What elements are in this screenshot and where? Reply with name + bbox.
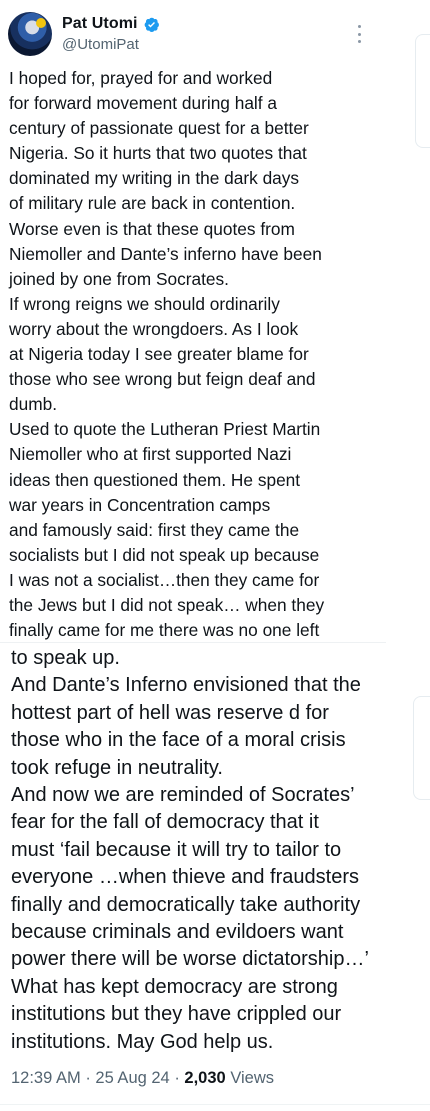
tweet-line: those who in the face of a moral crisis [11, 729, 346, 752]
tweet-line: And Dante’s Inferno envisioned that the [11, 674, 361, 697]
tweet-line: because criminals and evildoers want [11, 921, 344, 944]
screenshot-seam [0, 642, 386, 643]
tweet-line: I was not a socialist…then they came for [9, 569, 320, 590]
tweet-line: power there will be worse dictatorship…’ [11, 948, 369, 971]
tweet-line: the Jews but I did not speak… when they [9, 594, 325, 615]
views-label: Views [230, 1069, 275, 1087]
tweet-line: Niemoller who at first supported Nazi [9, 444, 292, 465]
avatar-emblem [36, 18, 46, 28]
scroll-edge-bottom [413, 696, 430, 800]
divider [0, 1104, 430, 1105]
tweet-line: institutions but they have crippled our [11, 1003, 342, 1026]
tweet-line: Nigeria. So it hurts that two quotes tha… [9, 143, 307, 164]
tweet-line: to speak up. [11, 647, 120, 669]
tweet-line: for forward movement during half a [9, 93, 277, 114]
tweet-header: Pat Utomi @UtomiPat [8, 12, 422, 60]
tweet-line: war years in Concentration camps [9, 494, 271, 515]
tweet-meta: 12:39 AM · 25 Aug 24 · 2,030 Views [11, 1069, 274, 1088]
tweet-date[interactable]: 25 Aug 24 [95, 1069, 169, 1087]
tweet-text-lower: to speak up. And Dante’s Inferno envisio… [11, 645, 411, 1056]
meta-separator: · [174, 1069, 180, 1087]
author-info: Pat Utomi @UtomiPat [62, 14, 160, 53]
tweet-line: at Nigeria today I see greater blame for [9, 344, 309, 365]
tweet-line: joined by one from Socrates. [9, 268, 229, 289]
tweet-line: finally and democratically take authorit… [11, 893, 361, 916]
tweet-line: ideas then questioned them. He spent [9, 469, 301, 490]
tweet-line: must ‘fail because it will try to tailor… [11, 838, 342, 861]
tweet-line: socialists but I did not speak up becaus… [9, 544, 320, 565]
tweet-line: dominated my writing in the dark days [9, 168, 300, 189]
tweet-line: took refuge in neutrality. [11, 756, 223, 779]
tweet-line: institutions. May God help us. [11, 1030, 274, 1053]
tweet-line: I hoped for, prayed for and worked [9, 68, 273, 88]
tweet-line: everyone …when thieve and fraudsters [11, 866, 359, 889]
tweet-line: worry about the wrongdoers. As I look [9, 318, 299, 339]
author-handle[interactable]: @UtomiPat [62, 36, 160, 53]
tweet-line: fear for the fall of democracy that it [11, 811, 319, 834]
tweet-line: dumb. [9, 394, 58, 415]
tweet-line: Used to quote the Lutheran Priest Martin [9, 419, 321, 440]
avatar[interactable] [8, 12, 52, 56]
views-count[interactable]: 2,030 [184, 1069, 225, 1087]
tweet-line: of military rule are back in contention. [9, 193, 296, 214]
tweet-line: hottest part of hell was reserve d for [11, 701, 329, 724]
tweet-line: century of passionate quest for a better [9, 118, 309, 139]
more-options-icon[interactable] [356, 25, 362, 43]
tweet-line: What has kept democracy are strong [11, 975, 338, 998]
tweet-line: those who see wrong but feign deaf and [9, 369, 316, 390]
tweet-text-upper: I hoped for, prayed for and worked for f… [9, 66, 381, 643]
scroll-edge-top [415, 34, 430, 148]
tweet-line: Niemoller and Dante’s inferno have been [9, 243, 322, 264]
tweet-line: If wrong reigns we should ordinarily [9, 293, 280, 314]
author-display-name[interactable]: Pat Utomi [62, 15, 138, 33]
verified-badge-icon [144, 17, 159, 32]
author-name-row: Pat Utomi [62, 14, 160, 34]
tweet-line: And now we are reminded of Socrates’ [11, 784, 355, 807]
meta-separator: · [85, 1069, 91, 1087]
tweet-line: finally came for me there was no one lef… [9, 620, 320, 641]
tweet-line: and famously said: first they came the [9, 519, 300, 540]
tweet-time[interactable]: 12:39 AM [11, 1069, 81, 1087]
tweet-line: Worse even is that these quotes from [9, 218, 295, 239]
